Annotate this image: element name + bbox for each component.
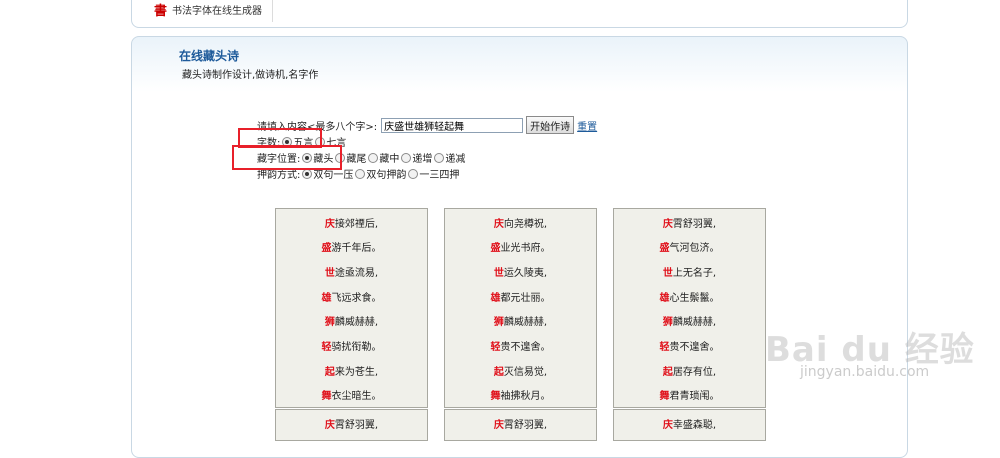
poem-line: 世途亟流易, <box>324 268 379 279</box>
poem-line: 舞袖拂秋月。 <box>490 391 551 402</box>
rhyme-radio-2[interactable] <box>355 168 366 179</box>
poem-line: 舞衣尘暗生。 <box>321 391 382 402</box>
position-option-tail: 藏尾 <box>346 154 367 165</box>
poem-line: 起居存有位, <box>662 367 717 378</box>
position-radio-decrease[interactable] <box>434 152 445 163</box>
rhyme-option-2: 双句押韵 <box>366 170 407 181</box>
position-option-increase: 递增 <box>412 154 433 165</box>
page-subtitle: 藏头诗制作设计,做诗机,名字作 <box>182 70 319 81</box>
poem-line: 庆霄舒羽翼, <box>662 219 717 230</box>
poem-card: 庆向尧樽祝, 盛业光书府。 世运久陵夷, 雄都元壮丽。 狮麟威赫赫, 轻贵不遑舍。 起灭信易… <box>444 208 597 408</box>
poem-line: 狮麟威赫赫, <box>662 317 717 328</box>
position-radio-increase[interactable] <box>401 152 412 163</box>
page-title: 在线藏头诗 <box>179 49 240 63</box>
poem-line: 雄心生鬃鬣。 <box>659 293 720 304</box>
poem-line: 庆霄舒羽翼, <box>324 420 379 431</box>
position-option-middle: 藏中 <box>379 154 400 165</box>
site-title[interactable]: 书法字体在线生成器 <box>172 2 262 17</box>
poem-card: 庆霄舒羽翼, <box>275 409 428 441</box>
rhyme-radio-3[interactable] <box>408 168 419 179</box>
poem-card: 庆霄舒羽翼, <box>444 409 597 441</box>
logo-icon[interactable]: 書 <box>154 0 167 19</box>
poem-line: 狮麟威赫赫, <box>324 317 379 328</box>
poem-line: 盛游千年后。 <box>321 243 382 254</box>
highlight-box <box>232 145 342 170</box>
poem-line: 起灭信易觉, <box>493 367 548 378</box>
start-button[interactable]: 开始作诗 <box>526 116 575 134</box>
poem-line: 轻骑扰衔勒。 <box>321 342 382 353</box>
poem-line: 庆幸盛森聪, <box>662 420 717 431</box>
poem-line: 起来为苍生, <box>324 367 379 378</box>
poem-line: 轻贵不遑舍。 <box>659 342 720 353</box>
watermark-url: jingyan.baidu.com <box>800 364 930 380</box>
poem-line: 世运久陵夷, <box>493 268 548 279</box>
poem-line: 庆接郊禋后, <box>324 219 379 230</box>
poem-line: 庆向尧樽祝, <box>493 219 548 230</box>
poem-card: 庆接郊禋后, 盛游千年后。 世途亟流易, 雄飞远求食。 狮麟威赫赫, 轻骑扰衔勒。 起来为苍… <box>275 208 428 408</box>
poem-line: 世上无名子, <box>662 268 717 279</box>
poem-line: 雄飞远求食。 <box>321 293 382 304</box>
poem-card: 庆幸盛森聪, <box>613 409 766 441</box>
position-option-decrease: 递减 <box>445 154 466 165</box>
poem-line: 舞君青琐闱。 <box>659 391 720 402</box>
poem-line: 盛业光书府。 <box>490 243 551 254</box>
divider <box>272 0 273 22</box>
position-radio-middle[interactable] <box>368 152 379 163</box>
poem-line: 狮麟威赫赫, <box>493 317 548 328</box>
rhyme-radio-1[interactable] <box>302 168 313 179</box>
poem-line: 轻贵不遑舍。 <box>490 342 551 353</box>
poem-line: 盛气河包济。 <box>659 243 720 254</box>
reset-link[interactable]: 重置 <box>577 118 597 133</box>
poem-text-input[interactable] <box>381 117 524 133</box>
poem-card: 庆霄舒羽翼, 盛气河包济。 世上无名子, 雄心生鬃鬣。 狮麟威赫赫, 轻贵不遑舍。 起居存有… <box>613 208 766 408</box>
poem-line: 雄都元壮丽。 <box>490 293 551 304</box>
rhyme-option-3: 一三四押 <box>419 170 460 181</box>
poem-line: 庆霄舒羽翼, <box>493 420 548 431</box>
